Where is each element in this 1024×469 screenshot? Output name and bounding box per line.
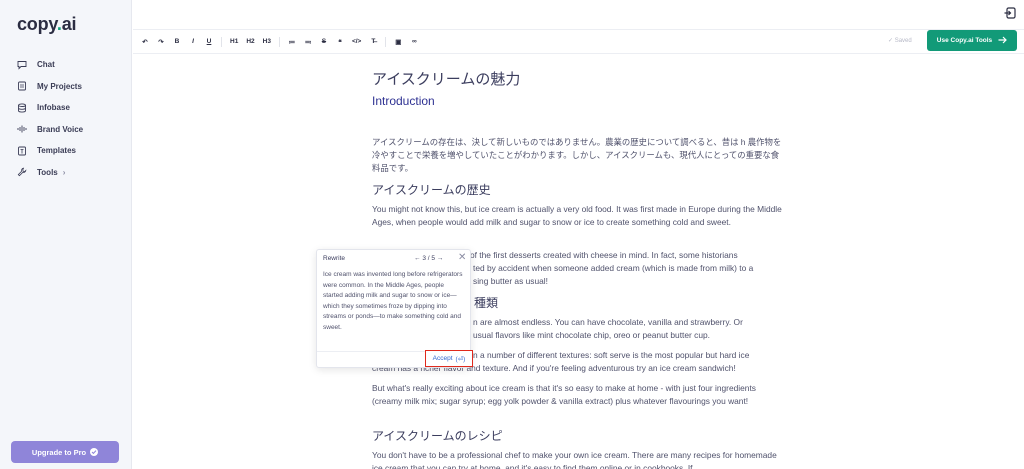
home-paragraph: But what's really exciting about ice cre… (372, 383, 756, 406)
cta-label: Use Copy.ai Tools (936, 37, 993, 44)
sidebar-item-tools[interactable]: Tools › (0, 162, 132, 184)
sidebar-item-my-projects[interactable]: My Projects (0, 76, 132, 98)
bullet-list-button[interactable]: ≔ (288, 38, 296, 46)
sidebar-item-label: Tools (37, 167, 58, 177)
templates-icon (17, 146, 27, 156)
sidebar-item-brand-voice[interactable]: Brand Voice (0, 119, 132, 141)
sidebar-item-label: Chat (37, 60, 55, 70)
projects-icon (17, 81, 27, 91)
rewrite-title: Rewrite (323, 255, 346, 262)
sign-in-icon[interactable] (1004, 6, 1016, 19)
sidebar: copy.ai Chat My Projects Infobase Brand … (0, 0, 132, 469)
sidebar-item-infobase[interactable]: Infobase (0, 97, 132, 119)
next-arrow-icon[interactable]: → (437, 255, 444, 262)
arrow-right-icon (998, 36, 1008, 46)
undo-button[interactable]: ↶ (141, 38, 149, 46)
image-button[interactable]: ▣ (394, 38, 402, 46)
sidebar-item-label: My Projects (37, 81, 82, 91)
intro-heading: Introduction (372, 94, 435, 108)
rewrite-pager: ← 3 / 5 → (414, 255, 444, 262)
code-button[interactable]: </> (352, 38, 361, 45)
toolbar-divider (278, 36, 280, 47)
numbered-list-button[interactable]: ≕ (304, 38, 312, 46)
close-icon[interactable]: ✕ (458, 252, 466, 263)
toolbar-divider (385, 36, 387, 47)
chevron-right-icon: › (62, 167, 66, 177)
sidebar-item-chat[interactable]: Chat (0, 54, 132, 76)
copyai-logo[interactable]: copy.ai (17, 14, 77, 35)
underline-button[interactable]: U (205, 38, 213, 45)
toolbar-divider (221, 36, 222, 47)
accept-label: Accept (432, 355, 453, 362)
soundwave-icon (17, 124, 27, 134)
bold-button[interactable]: B (173, 38, 181, 45)
heading2-button[interactable]: H2 (246, 38, 254, 45)
types-heading: 種類 (474, 296, 499, 310)
sidebar-item-templates[interactable]: Templates (0, 140, 132, 162)
wrench-icon (17, 167, 27, 177)
sidebar-item-label: Templates (37, 146, 76, 156)
enter-key-icon: (⏎) (455, 355, 466, 363)
sidebar-item-label: Infobase (37, 103, 70, 113)
clear-format-button[interactable]: T̶ (369, 38, 377, 45)
rewrite-suggestion-text: Ice cream was invented long before refri… (323, 271, 463, 331)
use-copyai-tools-button[interactable]: Use Copy.ai Tools (927, 30, 1017, 51)
history-heading: アイスクリームの歴史 (372, 183, 491, 197)
intro-paragraph: アイスクリームの存在は、決して新しいものではありません。農業の歴史について調べる… (372, 137, 782, 173)
recipe-heading: アイスクリームのレシピ (372, 429, 503, 443)
accept-button[interactable]: Accept (⏎) (425, 350, 473, 367)
document-title: アイスクリームの魅力 (372, 71, 521, 88)
sidebar-nav: Chat My Projects Infobase Brand Voice Te… (0, 54, 132, 183)
recipe-paragraph: You don't have to be a professional chef… (372, 450, 777, 469)
upgrade-to-pro-button[interactable]: Upgrade to Pro (11, 441, 119, 463)
strikethrough-button[interactable]: S (320, 38, 328, 45)
redo-button[interactable]: ↷ (157, 38, 165, 46)
link-button[interactable]: ∞ (410, 38, 418, 45)
chat-icon (17, 60, 27, 70)
check-badge-icon (90, 448, 99, 456)
history-paragraph: You might not know this, but ice cream i… (372, 204, 782, 227)
prev-arrow-icon[interactable]: ← (414, 255, 421, 262)
italic-button[interactable]: I (189, 38, 197, 45)
saved-status: ✓ Saved (888, 38, 912, 44)
quote-button[interactable]: ❝ (336, 38, 344, 46)
heading1-button[interactable]: H1 (230, 38, 238, 45)
heading3-button[interactable]: H3 (263, 38, 271, 45)
upgrade-label: Upgrade to Pro (31, 447, 87, 457)
database-icon (17, 103, 27, 113)
sidebar-item-label: Brand Voice (37, 124, 84, 134)
